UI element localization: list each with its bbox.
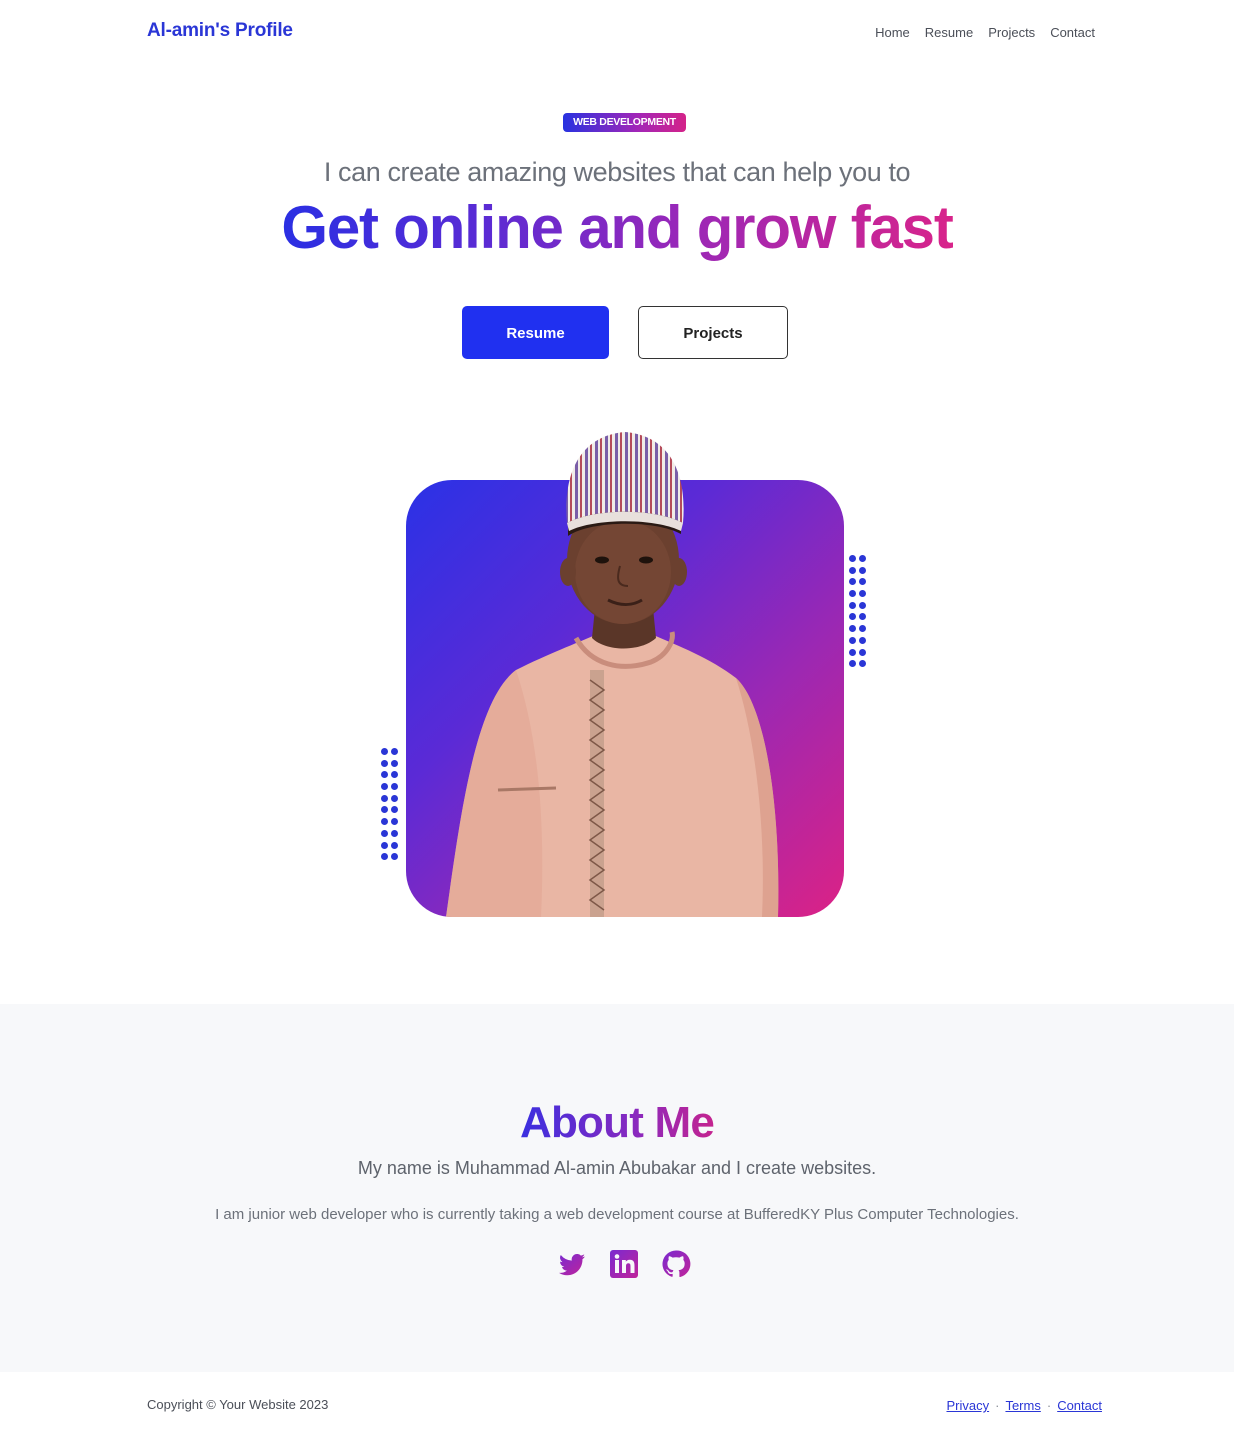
footer-separator: · — [995, 1398, 1000, 1413]
dot — [849, 613, 856, 621]
footer-separator: · — [1046, 1398, 1052, 1413]
dot — [859, 566, 866, 574]
footer-link-contact[interactable]: Contact — [1057, 1398, 1102, 1413]
dot — [391, 748, 398, 755]
about-title-text: About Me — [519, 1098, 715, 1147]
dot — [381, 853, 388, 861]
cap-graphic — [566, 432, 684, 531]
dot — [849, 660, 856, 668]
about-lead: My name is Muhammad Al-amin Abubakar and… — [357, 1158, 877, 1178]
dot — [849, 636, 856, 644]
dot — [391, 783, 398, 791]
dot — [391, 759, 398, 767]
dot — [859, 578, 866, 586]
linkedin-link[interactable] — [608, 1248, 640, 1280]
dot — [381, 841, 388, 849]
portrait-photo — [446, 496, 779, 917]
dot — [859, 590, 866, 598]
dot — [859, 660, 866, 668]
dot-pattern-right-outer — [849, 555, 869, 672]
nav-link-projects[interactable]: Projects — [988, 25, 1035, 40]
about-section: About Me My name is Muhammad Al-amin Abu… — [0, 1004, 1234, 1372]
profile-image-card — [406, 480, 844, 917]
hero-subtitle: I can create amazing websites that can h… — [323, 157, 911, 187]
dot — [849, 590, 856, 598]
dot-pattern-left-outer — [381, 748, 401, 865]
dot — [849, 648, 856, 656]
footer-link-privacy[interactable]: Privacy — [946, 1398, 989, 1413]
dot — [391, 806, 398, 814]
navbar: Al-amin's Profile Home Resume Projects C… — [0, 0, 1234, 68]
dot — [381, 771, 388, 779]
dot — [381, 794, 388, 802]
dot — [391, 853, 398, 861]
dot — [859, 625, 866, 633]
dot — [849, 625, 856, 633]
nav-link-resume[interactable]: Resume — [925, 25, 973, 40]
dot — [391, 794, 398, 802]
dot — [849, 555, 856, 562]
dot — [391, 829, 398, 837]
about-text: I am junior web developer who is current… — [215, 1206, 1019, 1223]
dot — [391, 841, 398, 849]
hero-title: Get online and grow fast — [0, 193, 1234, 262]
dot — [381, 783, 388, 791]
dot — [849, 601, 856, 609]
dot — [849, 578, 856, 586]
projects-button[interactable]: Projects — [638, 306, 788, 359]
nav-links: Home Resume Projects Contact — [875, 25, 1095, 40]
github-link[interactable] — [660, 1248, 692, 1280]
linkedin-icon — [610, 1250, 638, 1278]
dot — [849, 566, 856, 574]
brand-link[interactable]: Al-amin's Profile — [147, 20, 293, 42]
dot — [381, 806, 388, 814]
resume-button[interactable]: Resume — [462, 306, 609, 359]
dot — [391, 818, 398, 826]
social-links — [556, 1248, 692, 1280]
dot — [381, 759, 388, 767]
footer-link-terms[interactable]: Terms — [1005, 1398, 1040, 1413]
hero-badge: WEB DEVELOPMENT — [563, 113, 686, 132]
dot — [859, 636, 866, 644]
dot — [859, 648, 866, 656]
nav-link-contact[interactable]: Contact — [1050, 25, 1095, 40]
dot — [859, 613, 866, 621]
dot — [391, 771, 398, 779]
twitter-icon — [559, 1253, 585, 1276]
copyright-text: Copyright © Your Website 2023 — [147, 1397, 329, 1412]
dot — [381, 748, 388, 755]
nav-link-home[interactable]: Home — [875, 25, 910, 40]
twitter-link[interactable] — [556, 1248, 588, 1280]
about-title: About Me — [0, 1098, 1234, 1148]
hero-title-text: Get online and grow fast — [281, 194, 953, 261]
dot — [381, 818, 388, 826]
dot — [859, 555, 866, 562]
footer: Copyright © Your Website 2023 Privacy · … — [0, 1372, 1234, 1437]
footer-links: Privacy · Terms · Contact — [946, 1398, 1102, 1413]
github-icon — [662, 1250, 691, 1278]
dot — [381, 829, 388, 837]
dot — [859, 601, 866, 609]
